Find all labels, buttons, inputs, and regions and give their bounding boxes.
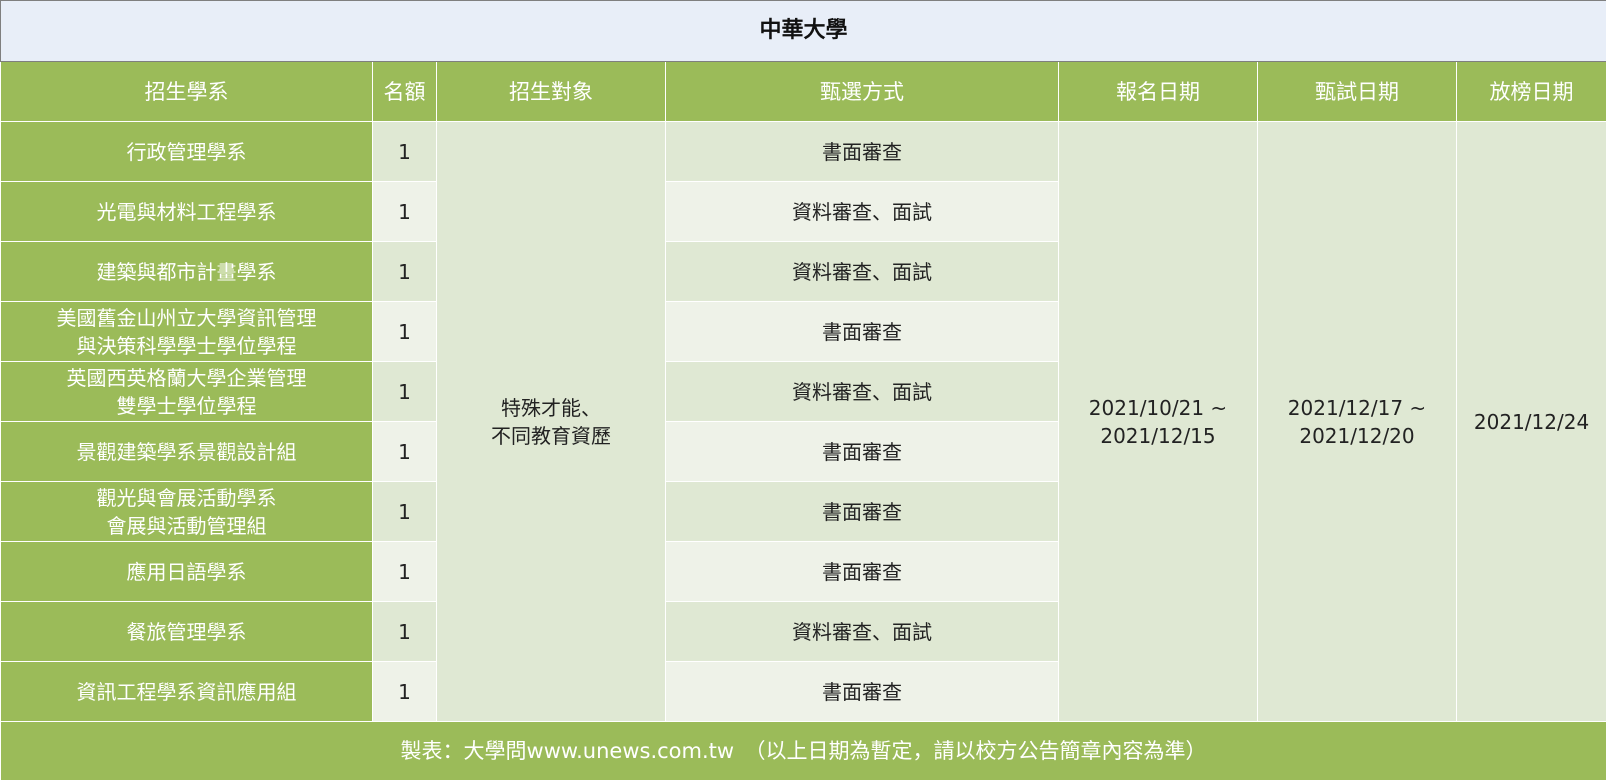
cell-line: 不同教育資歷 [491, 423, 611, 448]
header-method: 甄選方式 [665, 61, 1059, 122]
quota-cell: 1 [372, 541, 437, 602]
quota-cell: 1 [372, 241, 437, 302]
cell-line: 應用日語學系 [126, 559, 247, 584]
exam-date-cell: 2021/12/17 ~ 2021/12/20 [1257, 121, 1457, 722]
cell-line: 行政管理學系 [126, 139, 247, 164]
release-date-cell: 2021/12/24 [1455, 121, 1606, 722]
dept-cell: 觀光與會展活動學系 會展與活動管理組 [0, 481, 373, 542]
cell-line: 2021/12/17 ~ [1287, 395, 1427, 420]
quota-cell: 1 [372, 421, 437, 482]
quota-cell: 1 [372, 121, 437, 182]
method-cell: 書面審查 [665, 121, 1059, 182]
table-title: 中華大學 [0, 0, 1606, 62]
method-cell: 書面審查 [665, 481, 1059, 542]
method-cell: 書面審查 [665, 301, 1059, 362]
quota-cell: 1 [372, 601, 437, 662]
quota-cell: 1 [372, 481, 437, 542]
cell-line: 2021/12/20 [1299, 423, 1415, 448]
target-cell: 特殊才能、不同教育資歷 [436, 121, 666, 722]
cell-line: 2021/10/21 ~ [1088, 395, 1228, 420]
dept-cell: 美國舊金山州立大學資訊管理 與決策科學學士學位學程 [0, 301, 373, 362]
cell-line: 觀光與會展活動學系 [96, 485, 277, 510]
cell-line: 英國西英格蘭大學企業管理 [66, 365, 307, 390]
method-cell: 資料審查、面試 [665, 361, 1059, 422]
quota-cell: 1 [372, 181, 437, 242]
header-exam-date: 甄試日期 [1257, 61, 1457, 122]
header-release-date: 放榜日期 [1455, 61, 1606, 122]
cell-line: 景觀建築學系景觀設計組 [76, 439, 297, 464]
dept-cell: 餐旅管理學系 [0, 601, 373, 662]
cell-line: 光電與材料工程學系 [96, 199, 277, 224]
cell-line: 特殊才能、 [501, 395, 601, 420]
method-cell: 資料審查、面試 [665, 601, 1059, 662]
title-row: 中華大學 [0, 0, 1606, 62]
dept-cell: 建築與都市計畫學系 [0, 241, 373, 302]
dept-cell: 英國西英格蘭大學企業管理 雙學士學位學程 [0, 361, 373, 422]
dept-cell: 景觀建築學系景觀設計組 [0, 421, 373, 482]
header-apply-date: 報名日期 [1058, 61, 1258, 122]
table-row: 行政管理學系 1 特殊才能、 不同教育資歷 書面審查 2021/10/21 ~2021/1… [0, 121, 1606, 722]
footer-row: 製表：大學問www.unews.com.tw （以上日期為暫定，請以校方公告簡章… [0, 721, 1606, 781]
cell-line: 雙學士學位學程 [116, 393, 257, 418]
header-target: 招生對象 [436, 61, 666, 122]
cell-line: 建築與都市計畫學系 [96, 259, 277, 284]
cell-line: 餐旅管理學系 [126, 619, 247, 644]
quota-cell: 1 [372, 361, 437, 422]
cell-line: 2021/12/15 [1100, 423, 1216, 448]
cell-line: 資訊工程學系資訊應用組 [76, 679, 297, 704]
cell-line: 與決策科學學士學位學程 [76, 333, 297, 358]
method-cell: 書面審查 [665, 541, 1059, 602]
header-quota: 名額 [372, 61, 437, 122]
cell-line: 美國舊金山州立大學資訊管理 [56, 305, 317, 330]
header-dept: 招生學系 [0, 61, 373, 122]
method-cell: 書面審查 [665, 421, 1059, 482]
quota-cell: 1 [372, 301, 437, 362]
admission-table: 中華大學 招生學系 名額 招生對象 甄選方式 報名日期 甄試日期 放榜日期 行政… [0, 0, 1606, 781]
dept-cell: 資訊工程學系資訊應用組 [0, 661, 373, 722]
apply-date-cell: 2021/10/21 ~ 2021/12/15 [1058, 121, 1258, 722]
method-cell: 資料審查、面試 [665, 181, 1059, 242]
quota-cell: 1 [372, 661, 437, 722]
dept-cell: 應用日語學系 [0, 541, 373, 602]
header-row: 招生學系 名額 招生對象 甄選方式 報名日期 甄試日期 放榜日期 [0, 61, 1606, 122]
cell-line: 會展與活動管理組 [106, 513, 267, 538]
dept-cell: 行政管理學系 [0, 121, 373, 182]
method-cell: 書面審查 [665, 661, 1059, 722]
dept-cell: 光電與材料工程學系 [0, 181, 373, 242]
method-cell: 資料審查、面試 [665, 241, 1059, 302]
footer-note: 製表：大學問www.unews.com.tw （以上日期為暫定，請以校方公告簡章… [0, 721, 1606, 781]
